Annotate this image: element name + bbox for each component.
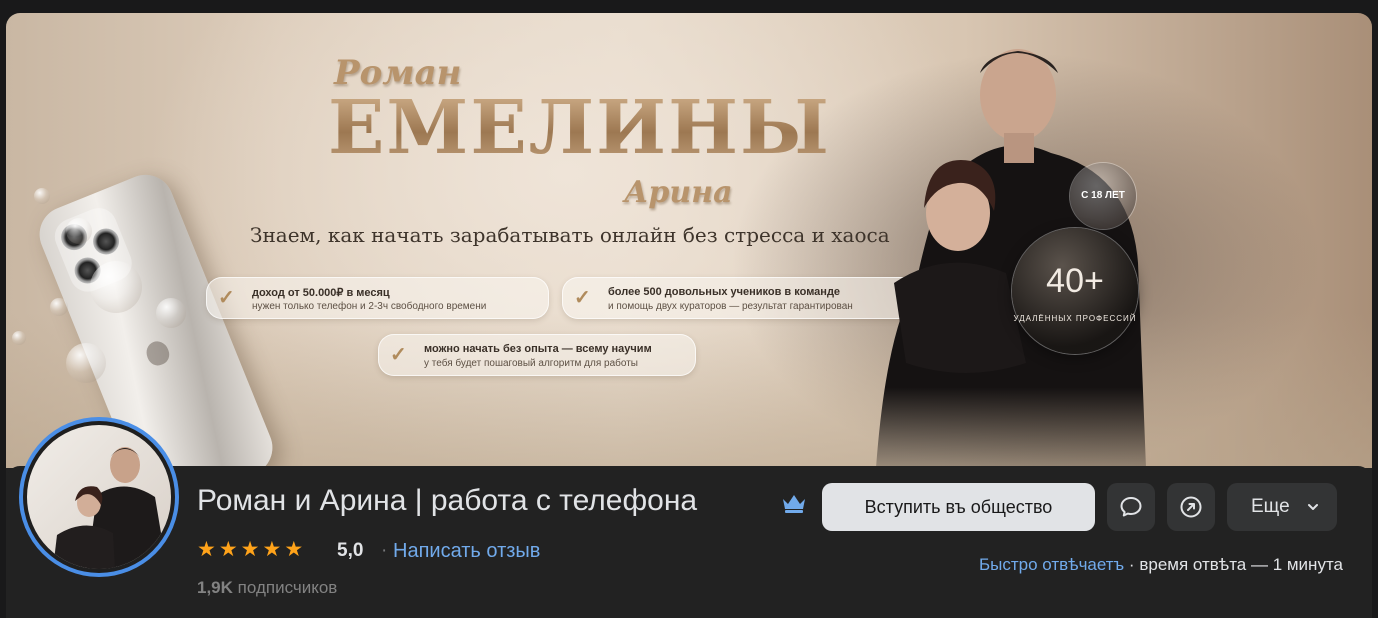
fast-response-label[interactable]: Быстро отвѣчаетъ	[979, 555, 1124, 574]
more-button[interactable]: Еще	[1227, 483, 1337, 531]
bubble-decoration	[66, 343, 106, 383]
write-review-link[interactable]: Написать отзыв	[393, 540, 540, 563]
bubble-decoration	[34, 188, 50, 204]
bubble-decoration	[12, 331, 26, 345]
star-icon: ★	[240, 538, 260, 561]
title-second-name: Арина	[624, 175, 733, 210]
join-button[interactable]: Вступить въ общество	[822, 483, 1095, 531]
star-icon: ★	[218, 538, 238, 561]
more-label: Еще	[1251, 496, 1290, 517]
feature-pill: ✓ можно начать без опыта — всему научим …	[378, 334, 696, 376]
group-name: Роман и Арина | работа с телефона	[197, 484, 698, 517]
professions-badge: 40+ УДАЛЁННЫХ ПРОФЕССИЙ	[1012, 228, 1138, 354]
star-icon: ★	[284, 538, 304, 561]
tagline: Знаем, как начать зарабатывать онлайн бе…	[250, 223, 890, 247]
message-icon	[1120, 497, 1142, 517]
share-button[interactable]	[1167, 483, 1215, 531]
check-icon: ✓	[390, 344, 407, 366]
bubble-decoration	[66, 218, 92, 244]
rating-stars: ★ ★ ★ ★ ★	[197, 538, 303, 562]
subscribers-number: 1,9K	[197, 578, 233, 597]
subscribers-label: подписчиков	[237, 578, 338, 597]
subscribers-count[interactable]: 1,9K подписчиков	[197, 578, 337, 598]
age-badge: С 18 ЛЕТ	[1070, 163, 1136, 229]
feature-pill: ✓ доход от 50.000₽ в месяц нужен только …	[206, 277, 549, 319]
check-icon: ✓	[574, 287, 591, 309]
title-surname: ЕМЕЛИНЫ	[328, 85, 831, 171]
feature-pill: ✓ более 500 довольных учеников в команде…	[562, 277, 916, 319]
community-card: Роман ЕМЕЛИНЫ Арина Знаем, как начать за…	[6, 13, 1372, 618]
message-button[interactable]	[1107, 483, 1155, 531]
separator: ·	[381, 540, 388, 561]
response-time: Быстро отвѣчаетъ · время отвѣта — 1 мину…	[979, 555, 1343, 575]
bubble-decoration	[156, 298, 186, 328]
share-icon	[1180, 496, 1202, 518]
chevron-down-icon	[1308, 504, 1318, 510]
rating-value: 5,0	[337, 540, 364, 561]
check-icon: ✓	[218, 287, 235, 309]
bubble-decoration	[90, 261, 142, 313]
cover-image: Роман ЕМЕЛИНЫ Арина Знаем, как начать за…	[6, 13, 1372, 516]
bubble-decoration	[50, 298, 68, 316]
response-separator: ·	[1128, 555, 1135, 574]
avatar-photo	[53, 447, 167, 569]
crown-icon	[783, 495, 805, 513]
star-icon: ★	[197, 538, 216, 561]
response-time-value: время отвѣта — 1 минута	[1139, 555, 1343, 574]
avatar[interactable]	[19, 417, 179, 577]
star-icon: ★	[262, 538, 282, 561]
apple-logo-icon	[143, 338, 173, 369]
